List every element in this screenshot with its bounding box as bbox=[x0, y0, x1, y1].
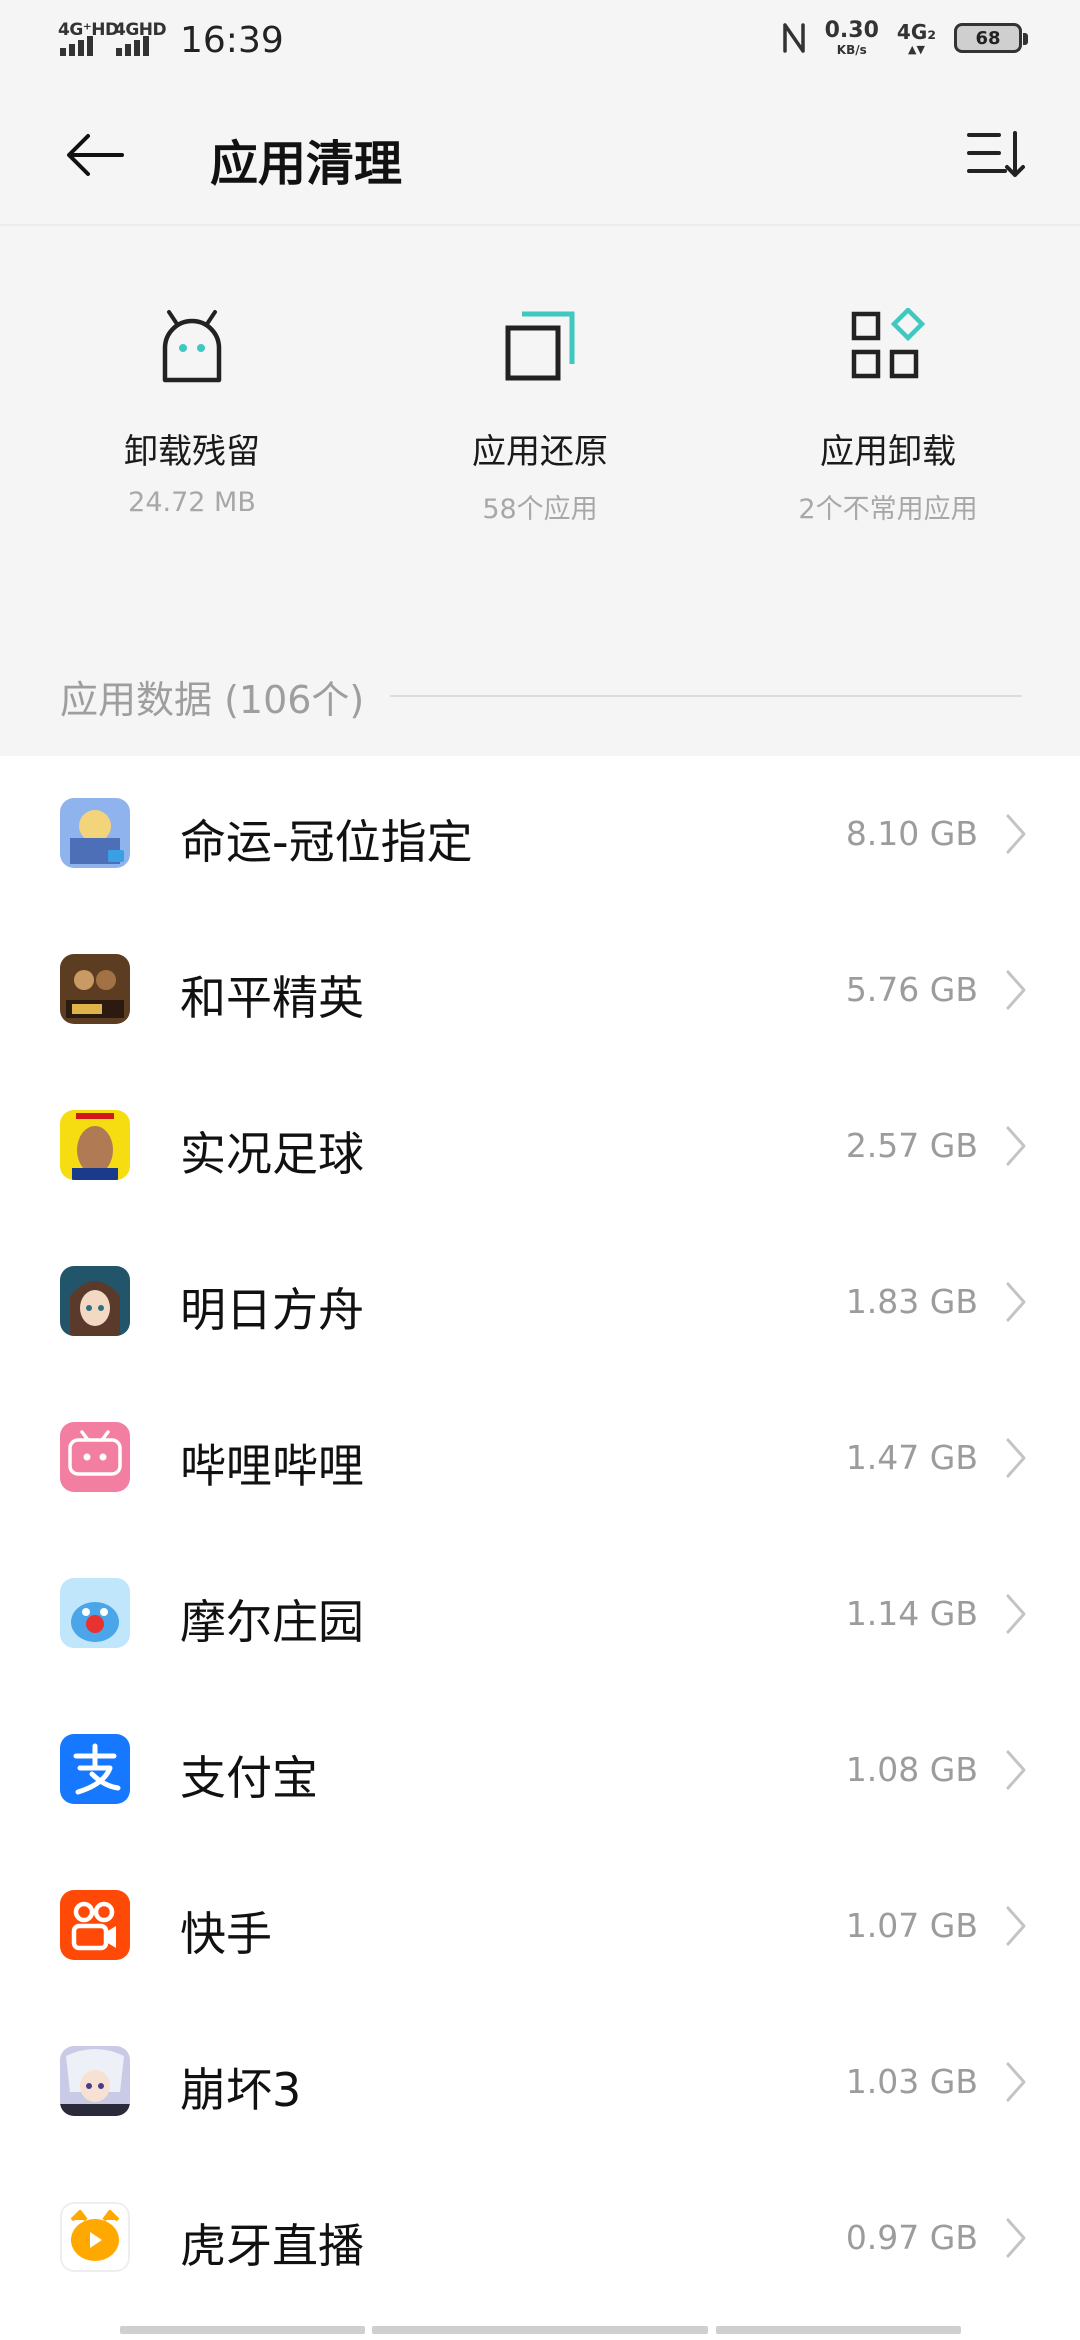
app-name: 和平精英 bbox=[180, 971, 364, 1025]
list-item[interactable]: 快手 1.07 GB bbox=[0, 1848, 1080, 2004]
chevron-right-icon bbox=[1006, 814, 1026, 854]
net-speed: 0.30 KB/s bbox=[824, 18, 879, 57]
tool-residual-uninstall[interactable]: 卸载残留 24.72 MB bbox=[42, 306, 342, 536]
app-name: 命运-冠位指定 bbox=[180, 815, 473, 869]
arrow-left-icon bbox=[67, 134, 124, 176]
section-divider bbox=[390, 695, 1022, 697]
app-name: 支付宝 bbox=[180, 1751, 318, 1805]
honkai-impact-app-icon bbox=[60, 2046, 130, 2116]
list-item[interactable]: 明日方舟 1.83 GB bbox=[0, 1224, 1080, 1380]
tool-app-uninstall[interactable]: 应用卸载 2个不常用应用 bbox=[738, 306, 1038, 536]
net-speed-unit: KB/s bbox=[836, 43, 867, 57]
alipay-app-icon bbox=[60, 1734, 130, 1804]
app-size: 1.08 GB bbox=[845, 1750, 978, 1789]
app-size: 1.14 GB bbox=[845, 1594, 978, 1633]
net-type: 4G₂ ▲▼ bbox=[897, 22, 936, 55]
section-title: 应用数据 (106个) bbox=[60, 677, 365, 722]
mole-manor-app-icon bbox=[60, 1578, 130, 1648]
sort-icon bbox=[967, 131, 1025, 177]
restore-icon bbox=[500, 306, 580, 386]
chevron-right-icon bbox=[1006, 1906, 1026, 1946]
chevron-right-icon bbox=[1006, 1282, 1026, 1322]
status-left: 4G⁺HD 4GHD 16:39 bbox=[58, 16, 284, 64]
tool-subtitle: 24.72 MB bbox=[128, 487, 256, 518]
huya-app-icon bbox=[60, 2202, 130, 2272]
bottom-indicator bbox=[0, 2326, 1080, 2334]
battery-level: 68 bbox=[975, 27, 1001, 49]
list-item[interactable]: 支付宝 1.08 GB bbox=[0, 1692, 1080, 1848]
app-size: 1.03 GB bbox=[845, 2062, 978, 2101]
chevron-right-icon bbox=[1006, 1750, 1026, 1790]
list-item[interactable]: 和平精英 5.76 GB bbox=[0, 912, 1080, 1068]
sort-button[interactable] bbox=[960, 122, 1030, 188]
back-button[interactable] bbox=[58, 122, 132, 188]
app-name: 崩坏3 bbox=[180, 2063, 302, 2117]
section-header: 应用数据 (106个) bbox=[60, 668, 1022, 724]
cleanup-tools: 卸载残留 24.72 MB 应用还原 58个应用 应用卸载 2个不常用应用 bbox=[0, 226, 1080, 656]
chevron-right-icon bbox=[1006, 2062, 1026, 2102]
net-speed-value: 0.30 bbox=[824, 18, 879, 43]
nfc-icon bbox=[782, 23, 805, 53]
app-size: 5.76 GB bbox=[845, 970, 978, 1009]
chevron-right-icon bbox=[1006, 1438, 1026, 1478]
app-name: 快手 bbox=[180, 1907, 272, 1961]
chevron-right-icon bbox=[1006, 1126, 1026, 1166]
sim1-signal-icon: 4G⁺HD bbox=[58, 16, 119, 64]
app-size: 1.47 GB bbox=[845, 1438, 978, 1477]
app-size: 1.07 GB bbox=[845, 1906, 978, 1945]
app-name: 摩尔庄园 bbox=[180, 1595, 364, 1649]
list-item[interactable]: 摩尔庄园 1.14 GB bbox=[0, 1536, 1080, 1692]
status-bar: 4G⁺HD 4GHD 16:39 0.30 KB/s 4G₂ ▲▼ 68 bbox=[0, 0, 1080, 84]
bilibili-app-icon bbox=[60, 1422, 130, 1492]
peace-elite-app-icon bbox=[60, 954, 130, 1024]
app-size: 8.10 GB bbox=[845, 814, 978, 853]
tool-subtitle: 58个应用 bbox=[482, 494, 598, 525]
chevron-right-icon bbox=[1006, 970, 1026, 1010]
sim2-signal-icon: 4GHD bbox=[114, 16, 167, 64]
net-type-label: 4G₂ bbox=[896, 19, 936, 44]
app-size: 1.83 GB bbox=[845, 1282, 978, 1321]
app-header: 应用清理 bbox=[0, 84, 1080, 224]
apps-grid-icon bbox=[848, 306, 928, 386]
list-item[interactable]: 实况足球 2.57 GB bbox=[0, 1068, 1080, 1224]
kuaishou-app-icon bbox=[60, 1890, 130, 1960]
list-item[interactable]: 崩坏3 1.03 GB bbox=[0, 2004, 1080, 2160]
list-item[interactable]: 命运-冠位指定 8.10 GB bbox=[0, 756, 1080, 912]
app-list: 命运-冠位指定 8.10 GB 和平精英 5.76 GB 实况足球 2.57 G… bbox=[0, 756, 1080, 2340]
efootball-app-icon bbox=[60, 1110, 130, 1180]
tool-subtitle: 2个不常用应用 bbox=[798, 494, 978, 525]
app-size: 2.57 GB bbox=[845, 1126, 978, 1165]
fgo-app-icon bbox=[60, 798, 130, 868]
android-icon bbox=[152, 306, 232, 386]
tool-name: 应用卸载 bbox=[820, 432, 956, 472]
tool-name: 应用还原 bbox=[472, 432, 608, 472]
status-right: 0.30 KB/s 4G₂ ▲▼ 68 bbox=[781, 18, 1028, 57]
chevron-right-icon bbox=[1006, 1594, 1026, 1634]
tool-name: 卸载残留 bbox=[124, 432, 260, 472]
clock: 16:39 bbox=[180, 19, 284, 61]
app-name: 虎牙直播 bbox=[180, 2219, 364, 2273]
page-title: 应用清理 bbox=[210, 136, 403, 192]
app-name: 哔哩哔哩 bbox=[180, 1439, 364, 1493]
app-name: 实况足球 bbox=[180, 1127, 364, 1181]
app-name: 明日方舟 bbox=[180, 1283, 364, 1337]
list-item[interactable]: 哔哩哔哩 1.47 GB bbox=[0, 1380, 1080, 1536]
list-item[interactable]: 虎牙直播 0.97 GB bbox=[0, 2160, 1080, 2316]
chevron-right-icon bbox=[1006, 2218, 1026, 2258]
arknights-app-icon bbox=[60, 1266, 130, 1336]
data-arrows-icon: ▲▼ bbox=[907, 42, 925, 56]
battery-icon: 68 bbox=[954, 23, 1028, 53]
app-size: 0.97 GB bbox=[845, 2218, 978, 2257]
tool-app-restore[interactable]: 应用还原 58个应用 bbox=[390, 306, 690, 536]
